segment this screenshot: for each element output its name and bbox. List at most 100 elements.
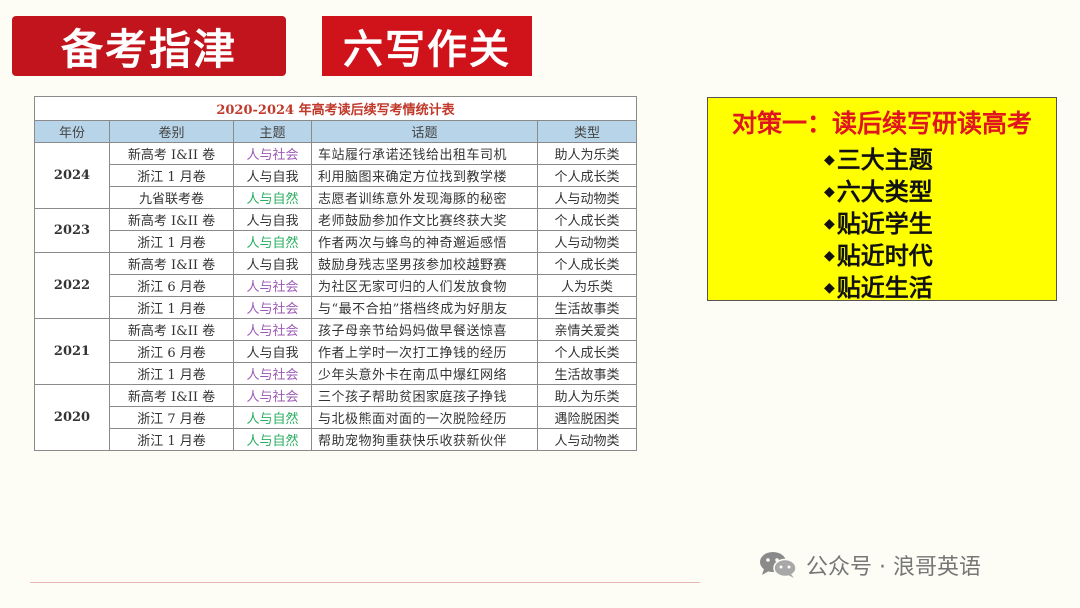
table-row: 2020 新高考 I&II 卷人与社会 三个孩子帮助贫困家庭孩子挣钱 助人为乐类 bbox=[34, 384, 637, 451]
watermark-text: 公众号 · 浪哥英语 bbox=[806, 555, 981, 580]
paper-cell: 浙江 6 月卷 bbox=[109, 274, 234, 297]
theme-cell: 人与社会 bbox=[233, 296, 312, 319]
table-caption: 2020-2024 年高考读后续写考情统计表 bbox=[34, 96, 637, 121]
type-cell: 个人成长类 bbox=[537, 164, 637, 187]
column-header-type: 类型 bbox=[537, 120, 637, 143]
theme-cell: 人与自然 bbox=[233, 230, 312, 253]
paper-cell: 浙江 1 月卷 bbox=[109, 428, 234, 451]
table-row: 浙江 6 月卷 人与自我 作者上学时一次打工挣钱的经历 个人成长类 bbox=[35, 340, 637, 363]
table-row: 九省联考卷 人与自然 志愿者训练意外发现海豚的秘密 人与动物类 bbox=[35, 186, 637, 209]
year-cell: 2020 bbox=[34, 384, 110, 451]
strategy-item: ◆六大类型 bbox=[824, 172, 933, 207]
column-header-topic: 话题 bbox=[311, 120, 538, 143]
table-row: 浙江 1 月卷 人与自然 帮助宠物狗重获快乐收获新伙伴 人与动物类 bbox=[35, 428, 637, 451]
paper-cell: 九省联考卷 bbox=[109, 186, 234, 209]
table-row: 2021 新高考 I&II 卷人与社会 孩子母亲节给妈妈做早餐送惊喜 亲情关爱类 bbox=[34, 318, 637, 385]
theme-cell: 人与自然 bbox=[233, 186, 312, 209]
topic-cell: 车站履行承诺还钱给出租车司机 bbox=[311, 142, 538, 165]
year-cell: 2022 bbox=[34, 252, 110, 319]
table-row: 浙江 7 月卷 人与自然 与北极熊面对面的一次脱险经历 遇险脱困类 bbox=[35, 406, 637, 429]
paper-cell: 浙江 1 月卷 bbox=[109, 230, 234, 253]
topic-cell: 利用脑图来确定方位找到教学楼 bbox=[311, 164, 538, 187]
paper-cell: 浙江 7 月卷 bbox=[109, 406, 234, 429]
topic-cell: 志愿者训练意外发现海豚的秘密 bbox=[311, 186, 538, 209]
theme-cell: 人与自我 bbox=[233, 252, 312, 275]
strategy-title: 对策一：读后续写研读高考 bbox=[731, 109, 1032, 138]
diamond-bullet-icon: ◆ bbox=[824, 184, 835, 200]
topic-cell: 作者上学时一次打工挣钱的经历 bbox=[311, 340, 538, 363]
page-title: 备考指津 bbox=[12, 16, 286, 76]
theme-cell: 人与社会 bbox=[233, 274, 312, 297]
topic-cell: 帮助宠物狗重获快乐收获新伙伴 bbox=[311, 428, 538, 451]
table-row: 2023 新高考 I&II 卷人与自我 老师鼓励参加作文比赛终获大奖 个人成长类 bbox=[34, 208, 637, 253]
paper-cell: 新高考 I&II 卷 bbox=[109, 384, 234, 407]
strategy-item: ◆贴近生活 bbox=[824, 268, 933, 303]
theme-cell: 人与自我 bbox=[233, 164, 312, 187]
strategy-item: ◆三大主题 bbox=[824, 140, 933, 175]
strategy-item-label: 贴近学生 bbox=[836, 210, 933, 238]
footer-divider bbox=[30, 582, 700, 583]
column-header-theme: 主题 bbox=[233, 120, 312, 143]
diamond-bullet-icon: ◆ bbox=[824, 248, 835, 264]
theme-cell: 人与自然 bbox=[233, 406, 312, 429]
table-row: 浙江 1 月卷 人与自然 作者两次与蜂鸟的神奇邂逅感悟 人与动物类 bbox=[35, 230, 637, 253]
theme-cell: 人与自我 bbox=[233, 208, 312, 231]
type-cell: 人为乐类 bbox=[537, 274, 637, 297]
paper-cell: 新高考 I&II 卷 bbox=[109, 318, 234, 341]
type-cell: 遇险脱困类 bbox=[537, 406, 637, 429]
type-cell: 生活故事类 bbox=[537, 296, 637, 319]
year-cell: 2023 bbox=[34, 208, 110, 253]
strategy-item: ◆贴近学生 bbox=[824, 204, 933, 239]
table-row: 2022 新高考 I&II 卷人与自我 鼓励身残志坚男孩参加校越野赛 个人成长类 bbox=[34, 252, 637, 319]
topic-cell: 少年头意外卡在南瓜中爆红网络 bbox=[311, 362, 538, 385]
year-cell: 2024 bbox=[34, 142, 110, 209]
theme-cell: 人与自我 bbox=[233, 340, 312, 363]
table-header-row: 年份 卷别 主题 话题 类型 bbox=[34, 120, 637, 143]
topic-cell: 老师鼓励参加作文比赛终获大奖 bbox=[311, 208, 538, 231]
table-row: 浙江 1 月卷 人与社会 与“最不合拍”搭档终成为好朋友 生活故事类 bbox=[35, 296, 637, 319]
wechat-icon bbox=[758, 550, 798, 580]
diamond-bullet-icon: ◆ bbox=[824, 280, 835, 296]
diamond-bullet-icon: ◆ bbox=[824, 152, 835, 168]
paper-cell: 新高考 I&II 卷 bbox=[109, 252, 234, 275]
topic-cell: 为社区无家可归的人们发放食物 bbox=[311, 274, 538, 297]
table-row: 浙江 6 月卷 人与社会 为社区无家可归的人们发放食物 人为乐类 bbox=[35, 274, 637, 297]
type-cell: 个人成长类 bbox=[537, 340, 637, 363]
theme-cell: 人与社会 bbox=[233, 142, 312, 165]
paper-cell: 新高考 I&II 卷 bbox=[109, 208, 234, 231]
type-cell: 助人为乐类 bbox=[537, 142, 637, 165]
strategy-item-label: 三大主题 bbox=[836, 146, 933, 174]
paper-cell: 浙江 1 月卷 bbox=[109, 296, 234, 319]
topic-cell: 三个孩子帮助贫困家庭孩子挣钱 bbox=[311, 384, 538, 407]
table-row: 浙江 1 月卷 人与自我 利用脑图来确定方位找到教学楼 个人成长类 bbox=[35, 164, 637, 187]
paper-cell: 浙江 6 月卷 bbox=[109, 340, 234, 363]
type-cell: 亲情关爱类 bbox=[537, 318, 637, 341]
table-row: 2024 新高考 I&II 卷人与社会 车站履行承诺还钱给出租车司机 助人为乐类 bbox=[34, 142, 637, 209]
page-subtitle: 六写作关 bbox=[322, 16, 532, 76]
paper-cell: 浙江 1 月卷 bbox=[109, 164, 234, 187]
column-header-year: 年份 bbox=[34, 120, 110, 143]
topic-cell: 与北极熊面对面的一次脱险经历 bbox=[311, 406, 538, 429]
table-row: 浙江 1 月卷 人与社会 少年头意外卡在南瓜中爆红网络 生活故事类 bbox=[35, 362, 637, 385]
diamond-bullet-icon: ◆ bbox=[824, 216, 835, 232]
stats-table: 2020-2024 年高考读后续写考情统计表 年份 卷别 主题 话题 类型 20… bbox=[34, 96, 637, 451]
type-cell: 助人为乐类 bbox=[537, 384, 637, 407]
year-cell: 2021 bbox=[34, 318, 110, 385]
type-cell: 个人成长类 bbox=[537, 252, 637, 275]
paper-cell: 浙江 1 月卷 bbox=[109, 362, 234, 385]
type-cell: 生活故事类 bbox=[537, 362, 637, 385]
topic-cell: 孩子母亲节给妈妈做早餐送惊喜 bbox=[311, 318, 538, 341]
strategy-box: 对策一：读后续写研读高考 ◆三大主题 ◆六大类型 ◆贴近学生 ◆贴近时代 ◆贴近… bbox=[707, 97, 1057, 303]
topic-cell: 与“最不合拍”搭档终成为好朋友 bbox=[311, 296, 538, 319]
theme-cell: 人与社会 bbox=[233, 384, 312, 407]
paper-cell: 新高考 I&II 卷 bbox=[109, 142, 234, 165]
strategy-item-label: 贴近时代 bbox=[836, 242, 933, 270]
theme-cell: 人与自然 bbox=[233, 428, 312, 451]
type-cell: 个人成长类 bbox=[537, 208, 637, 231]
strategy-item: ◆贴近时代 bbox=[824, 236, 933, 271]
theme-cell: 人与社会 bbox=[233, 362, 312, 385]
theme-cell: 人与社会 bbox=[233, 318, 312, 341]
stats-table-container: 2020-2024 年高考读后续写考情统计表 年份 卷别 主题 话题 类型 20… bbox=[34, 96, 637, 451]
strategy-item-label: 贴近生活 bbox=[836, 274, 933, 302]
type-cell: 人与动物类 bbox=[537, 186, 637, 209]
